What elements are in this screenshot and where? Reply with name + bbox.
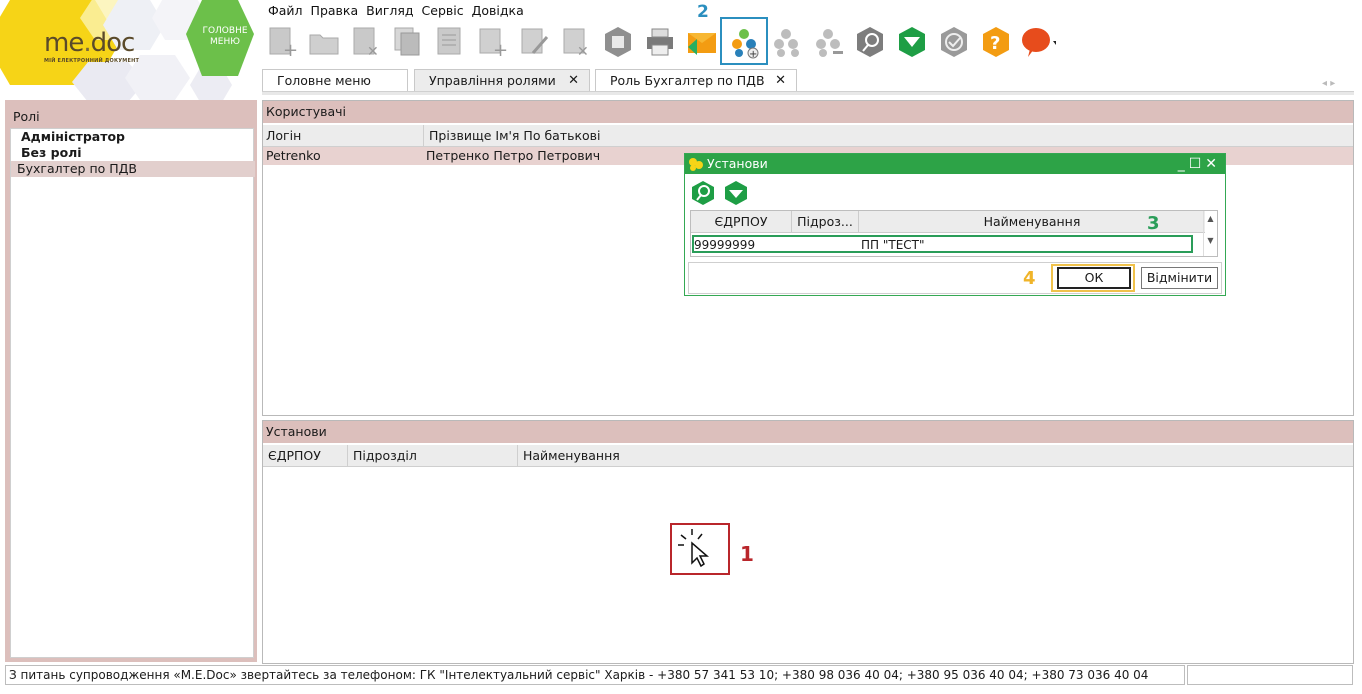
toolbar: + ✕ + ✕ + ? [264, 22, 1084, 64]
roles-panel-title: Ролі [13, 109, 40, 124]
main-menu-button[interactable]: ГОЛОВНЕ МЕНЮ [199, 26, 251, 48]
cell-login: Petrenko [266, 148, 321, 163]
dialog-app-icon [689, 158, 703, 171]
col-full-name[interactable]: Прізвище Ім'я По батькові [423, 125, 601, 147]
window-controls: _☐✕ [1178, 154, 1221, 174]
roles-panel: Ролі Адміністратор Без ролі Бухгалтер по… [5, 100, 257, 662]
annotation-1: 1 [740, 542, 754, 566]
maximize-icon[interactable]: ☐ [1189, 156, 1206, 172]
annotation-4: 4 [1023, 268, 1036, 289]
col-edrpou[interactable]: ЄДРПОУ [691, 211, 791, 233]
copy-doc-icon[interactable] [390, 22, 426, 62]
tab-scroll-arrows[interactable]: ◂ ▸ [1322, 78, 1335, 89]
click-area-highlight [670, 523, 730, 575]
organizations-dialog: Установи _☐✕ ЄДРПОУ Підроз... Найменуван… [684, 153, 1226, 296]
cancel-button[interactable]: Відмінити [1141, 267, 1218, 289]
remove-group-icon[interactable] [810, 22, 846, 62]
col-edrpou[interactable]: ЄДРПОУ [263, 445, 321, 467]
status-bar-secondary [1187, 665, 1353, 685]
tab-strip: Головне меню Управління ролями ✕ Роль Бух… [262, 69, 1354, 95]
tab-role-management[interactable]: Управління ролями ✕ [414, 69, 590, 91]
tab-underline [262, 91, 1354, 95]
tab-main-menu[interactable]: Головне меню [262, 69, 408, 91]
svg-text:+: + [283, 40, 298, 59]
dialog-titlebar[interactable]: Установи _☐✕ [685, 154, 1225, 174]
users-panel-title: Користувачі [263, 101, 1353, 123]
dialog-grid-header: ЄДРПОУ Підроз... Найменування [691, 211, 1205, 233]
toolbar-highlight-frame [720, 17, 768, 65]
col-login[interactable]: Логін [266, 125, 301, 147]
print-icon[interactable] [642, 22, 678, 62]
tab-label: Роль Бухгалтер по ПДВ [610, 73, 765, 88]
check-icon[interactable] [936, 22, 972, 62]
find-icon[interactable] [852, 22, 888, 62]
svg-text:✕: ✕ [367, 44, 379, 59]
svg-text:✕: ✕ [577, 44, 589, 59]
organizations-panel-title: Установи [263, 421, 1353, 443]
delete-doc-icon[interactable]: ✕ [348, 22, 384, 62]
row-highlight-frame [692, 235, 1193, 253]
cursor-click-icon [678, 529, 710, 568]
role-item-no-role[interactable]: Без ролі [21, 145, 82, 161]
filter-icon[interactable] [894, 22, 930, 62]
svg-text:?: ? [990, 33, 1000, 54]
menu-file[interactable]: Файл [264, 2, 307, 20]
cell-full-name: Петренко Петро Петрович [426, 148, 601, 163]
edit-row-icon[interactable] [516, 22, 552, 62]
col-name[interactable]: Найменування [517, 445, 620, 467]
add-doc-icon[interactable]: + [264, 22, 300, 62]
dialog-grid-scrollbar[interactable]: ▲ ▼ [1203, 211, 1217, 256]
add-row-icon[interactable]: + [474, 22, 510, 62]
logo-subtitle: МІЙ ЕЛЕКТРОННИЙ ДОКУМЕНТ [44, 58, 140, 64]
status-bar: З питань супроводження «M.E.Doc» звертай… [5, 665, 1185, 685]
minimize-icon[interactable]: _ [1178, 156, 1189, 172]
role-item-administrator[interactable]: Адміністратор [21, 129, 125, 145]
annotation-3: 3 [1147, 213, 1160, 234]
archive-icon[interactable] [600, 22, 636, 62]
users-table-header: Логін Прізвище Ім'я По батькові [263, 125, 1353, 147]
open-doc-icon[interactable] [306, 22, 342, 62]
menu-help[interactable]: Довідка [468, 2, 528, 20]
help-icon[interactable]: ? [978, 22, 1014, 62]
tab-label: Головне меню [277, 73, 371, 88]
dialog-title: Установи [707, 156, 768, 171]
logo-wordmark: me.doc [44, 28, 135, 58]
svg-text:+: + [493, 40, 508, 59]
dialog-filter-icon[interactable] [723, 180, 749, 209]
role-item-vat-accountant[interactable]: Бухгалтер по ПДВ [11, 161, 255, 177]
send-icon[interactable] [684, 22, 720, 62]
app-logo: me.doc МІЙ ЕЛЕКТРОННИЙ ДОКУМЕНТ ГОЛОВНЕ М… [0, 0, 262, 100]
menu-bar: Файл Правка Вигляд Сервіс Довідка [264, 2, 528, 20]
close-icon[interactable]: ✕ [775, 70, 786, 92]
tab-label: Управління ролями [429, 73, 556, 88]
menu-view[interactable]: Вигляд [362, 2, 417, 20]
add-group-icon[interactable] [768, 22, 804, 62]
menu-service[interactable]: Сервіс [418, 2, 468, 20]
col-unit[interactable]: Підроз... [791, 211, 858, 233]
edit-doc-icon[interactable] [432, 22, 468, 62]
dialog-find-icon[interactable] [690, 180, 716, 209]
close-icon[interactable]: ✕ [1205, 156, 1221, 172]
chat-icon[interactable] [1020, 22, 1056, 62]
close-icon[interactable]: ✕ [568, 70, 579, 92]
organizations-table-header: ЄДРПОУ Підрозділ Найменування [263, 445, 1353, 467]
ok-button[interactable]: ОК [1057, 267, 1131, 289]
roles-list: Адміністратор Без ролі Бухгалтер по ПДВ [10, 128, 255, 658]
delete-row-icon[interactable]: ✕ [558, 22, 594, 62]
menu-edit[interactable]: Правка [307, 2, 363, 20]
annotation-2: 2 [697, 2, 709, 22]
tab-role-vat-accountant[interactable]: Роль Бухгалтер по ПДВ ✕ [595, 69, 797, 91]
medoc-window: me.doc МІЙ ЕЛЕКТРОННИЙ ДОКУМЕНТ ГОЛОВНЕ М… [0, 0, 1362, 694]
col-unit[interactable]: Підрозділ [347, 445, 417, 467]
organizations-panel: Установи ЄДРПОУ Підрозділ Найменування [262, 420, 1354, 664]
